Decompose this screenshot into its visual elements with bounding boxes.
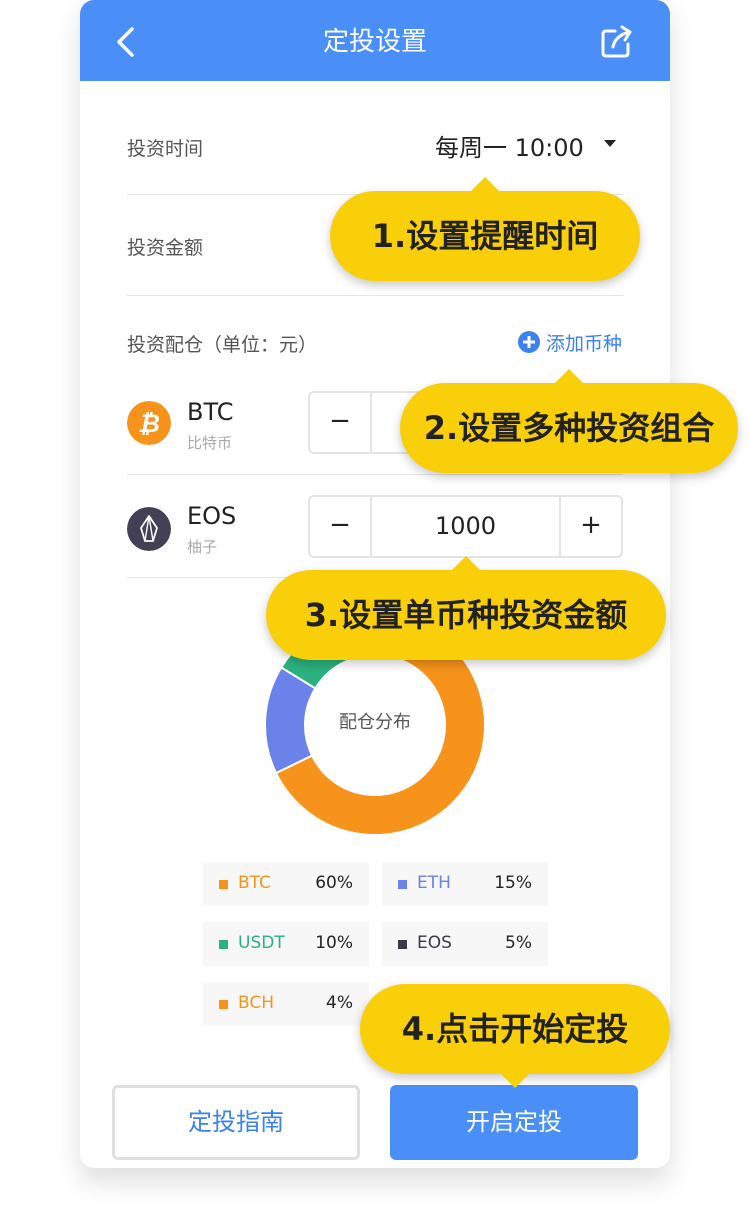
legend-swatch xyxy=(398,940,407,949)
svg-text:₿: ₿ xyxy=(138,409,160,438)
callout-tail xyxy=(553,369,585,385)
eos-logo-icon xyxy=(127,507,171,551)
invest-time-label: 投资时间 xyxy=(127,138,204,160)
callout-text: 2.设置多种投资组合 xyxy=(423,409,715,447)
add-coin-button[interactable]: 添加币种 xyxy=(518,328,622,356)
tutorial-callout: 3.设置单币种投资金额 xyxy=(266,556,666,660)
legend-percent: 5% xyxy=(505,933,532,953)
legend-label: BTC xyxy=(238,873,271,893)
invest-amount-label: 投资金额 xyxy=(127,237,204,259)
tutorial-callout: 2.设置多种投资组合 xyxy=(400,369,738,473)
eos-amount-stepper: − 1000 + xyxy=(308,495,623,558)
tutorial-callout: 4.点击开始定投 xyxy=(360,984,670,1088)
allocation-label: 投资配仓（单位：元） xyxy=(127,334,318,356)
top-navigation-bar: 定投设置 xyxy=(80,0,670,81)
legend-swatch xyxy=(219,1000,228,1009)
coin-name: 比特币 xyxy=(187,434,233,452)
legend-percent: 60% xyxy=(315,873,353,893)
increment-button[interactable]: + xyxy=(559,497,621,556)
divider xyxy=(127,474,623,475)
coin-symbol: BTC xyxy=(187,398,234,426)
callout-tail xyxy=(450,556,482,572)
decrement-button[interactable]: − xyxy=(310,393,372,452)
add-circle-icon xyxy=(518,331,540,353)
guide-button[interactable]: 定投指南 xyxy=(112,1085,360,1160)
legend-item: BTC 60% xyxy=(203,862,369,906)
amount-input[interactable]: 1000 xyxy=(372,497,559,556)
invest-time-select[interactable]: 每周一 10:00 xyxy=(435,128,584,163)
callout-text: 1.设置提醒时间 xyxy=(371,217,599,255)
legend-label: BCH xyxy=(238,993,275,1013)
legend-label: USDT xyxy=(238,933,285,953)
caret-down-icon[interactable] xyxy=(604,140,616,148)
legend-percent: 4% xyxy=(326,993,353,1013)
callout-text: 4.点击开始定投 xyxy=(401,1010,629,1048)
divider xyxy=(127,295,623,296)
donut-center-label: 配仓分布 xyxy=(339,712,411,733)
legend-label: EOS xyxy=(417,933,452,953)
legend-swatch xyxy=(219,940,228,949)
legend-item: BCH 4% xyxy=(203,982,369,1026)
coin-name: 柚子 xyxy=(187,538,218,556)
add-coin-label: 添加币种 xyxy=(546,332,623,355)
bitcoin-logo-icon: ₿ xyxy=(127,401,171,445)
legend-swatch xyxy=(398,880,407,889)
callout-tail xyxy=(469,177,501,193)
callout-text: 3.设置单币种投资金额 xyxy=(304,596,628,634)
legend-percent: 10% xyxy=(315,933,353,953)
legend-percent: 15% xyxy=(494,873,532,893)
tutorial-callout: 1.设置提醒时间 xyxy=(330,177,640,281)
legend-label: ETH xyxy=(417,873,451,893)
legend-item: ETH 15% xyxy=(382,862,548,906)
legend-item: EOS 5% xyxy=(382,922,548,966)
legend-item: USDT 10% xyxy=(203,922,369,966)
share-icon[interactable] xyxy=(599,24,635,60)
callout-tail xyxy=(499,1072,531,1088)
start-button[interactable]: 开启定投 xyxy=(390,1085,638,1160)
legend-swatch xyxy=(219,880,228,889)
decrement-button[interactable]: − xyxy=(310,497,372,556)
page-title: 定投设置 xyxy=(322,27,427,57)
coin-symbol: EOS xyxy=(187,502,237,530)
